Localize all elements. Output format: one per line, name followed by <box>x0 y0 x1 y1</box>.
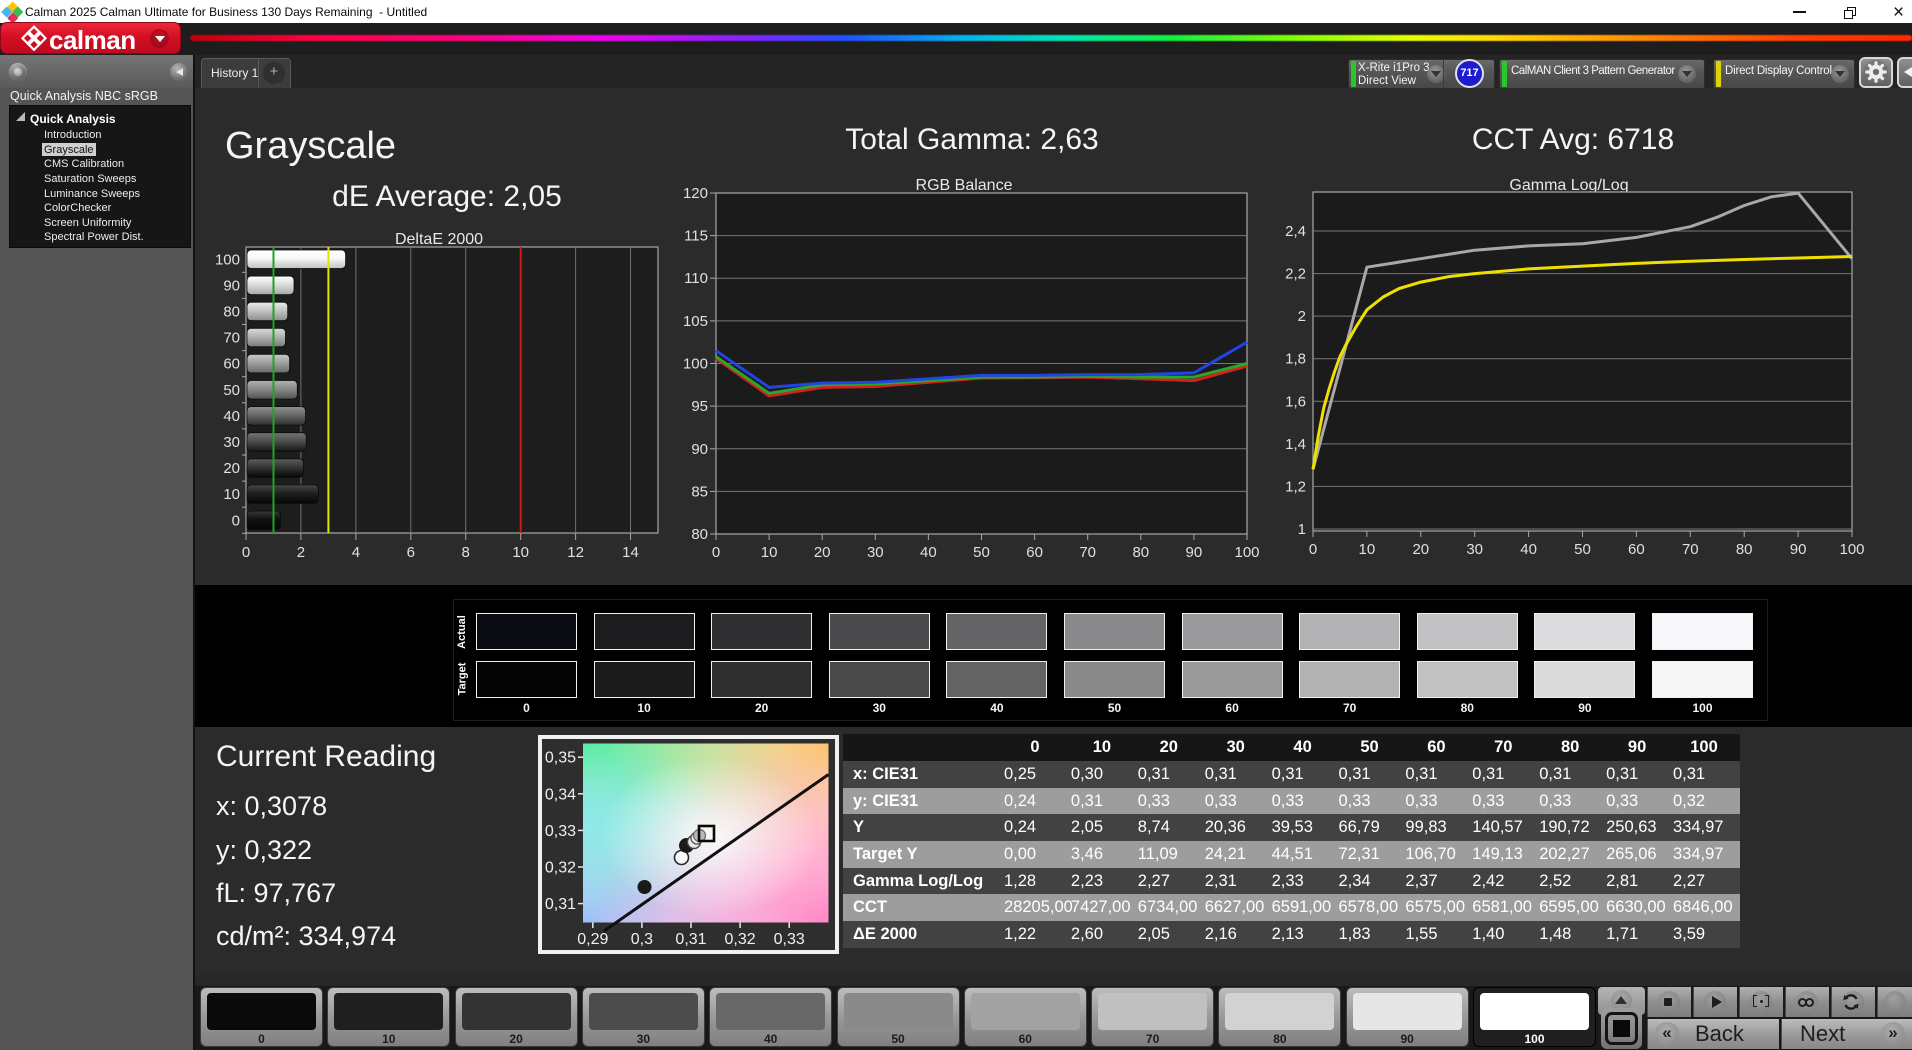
svg-text:60: 60 <box>223 356 240 373</box>
svg-text:4: 4 <box>352 544 360 561</box>
svg-text:40: 40 <box>1520 541 1537 558</box>
svg-text:1,8: 1,8 <box>1285 351 1306 368</box>
svg-text:10: 10 <box>512 544 529 561</box>
svg-text:0,34: 0,34 <box>545 786 576 803</box>
svg-text:50: 50 <box>973 544 990 561</box>
svg-text:30: 30 <box>223 434 240 451</box>
svg-text:0: 0 <box>1309 541 1317 558</box>
svg-text:30: 30 <box>1466 541 1483 558</box>
svg-text:2,2: 2,2 <box>1285 266 1306 283</box>
svg-text:60: 60 <box>1026 544 1043 561</box>
svg-text:70: 70 <box>1079 544 1096 561</box>
svg-text:0,35: 0,35 <box>545 750 576 767</box>
svg-text:12: 12 <box>567 544 584 561</box>
svg-text:40: 40 <box>223 408 240 425</box>
svg-text:120: 120 <box>683 185 708 202</box>
svg-text:20: 20 <box>223 460 240 477</box>
svg-text:80: 80 <box>1132 544 1149 561</box>
svg-text:95: 95 <box>691 398 708 415</box>
svg-text:90: 90 <box>691 441 708 458</box>
svg-text:100: 100 <box>1839 541 1864 558</box>
svg-text:100: 100 <box>1234 544 1259 561</box>
svg-text:2: 2 <box>297 544 305 561</box>
svg-text:80: 80 <box>223 304 240 321</box>
svg-text:14: 14 <box>622 544 639 561</box>
svg-text:0,32: 0,32 <box>545 860 576 877</box>
svg-text:80: 80 <box>691 526 708 543</box>
svg-text:90: 90 <box>1186 544 1203 561</box>
svg-text:1,6: 1,6 <box>1285 393 1306 410</box>
svg-text:40: 40 <box>920 544 937 561</box>
svg-text:50: 50 <box>1574 541 1591 558</box>
svg-text:0,3: 0,3 <box>631 931 653 948</box>
svg-text:0: 0 <box>242 544 250 561</box>
svg-text:70: 70 <box>223 330 240 347</box>
svg-text:1,4: 1,4 <box>1285 436 1306 453</box>
svg-text:1,2: 1,2 <box>1285 478 1306 495</box>
svg-text:1: 1 <box>1298 521 1306 538</box>
svg-text:2: 2 <box>1298 308 1306 325</box>
svg-text:20: 20 <box>1412 541 1429 558</box>
svg-text:90: 90 <box>223 277 240 294</box>
svg-text:100: 100 <box>683 356 708 373</box>
svg-text:110: 110 <box>684 270 708 287</box>
svg-text:100: 100 <box>215 251 240 268</box>
svg-text:85: 85 <box>691 483 708 500</box>
svg-text:30: 30 <box>867 544 884 561</box>
svg-text:0,32: 0,32 <box>725 931 756 948</box>
svg-text:115: 115 <box>684 228 708 245</box>
svg-text:50: 50 <box>223 382 240 399</box>
svg-text:8: 8 <box>462 544 470 561</box>
svg-text:2,4: 2,4 <box>1285 223 1306 240</box>
svg-text:DeltaE 2000: DeltaE 2000 <box>395 231 483 248</box>
svg-text:20: 20 <box>814 544 831 561</box>
svg-text:RGB Balance: RGB Balance <box>916 177 1013 194</box>
svg-text:10: 10 <box>761 544 778 561</box>
svg-text:80: 80 <box>1736 541 1753 558</box>
svg-text:0: 0 <box>232 512 240 529</box>
svg-text:0,31: 0,31 <box>675 931 706 948</box>
svg-text:105: 105 <box>683 313 708 330</box>
svg-text:0: 0 <box>712 544 720 561</box>
svg-text:90: 90 <box>1790 541 1807 558</box>
svg-text:70: 70 <box>1682 541 1699 558</box>
svg-text:0,33: 0,33 <box>774 931 805 948</box>
svg-text:60: 60 <box>1628 541 1645 558</box>
svg-text:10: 10 <box>1359 541 1376 558</box>
svg-text:10: 10 <box>223 486 240 503</box>
svg-text:6: 6 <box>407 544 415 561</box>
svg-text:0,31: 0,31 <box>545 896 576 913</box>
svg-text:0,33: 0,33 <box>545 823 576 840</box>
svg-text:0,29: 0,29 <box>577 931 608 948</box>
